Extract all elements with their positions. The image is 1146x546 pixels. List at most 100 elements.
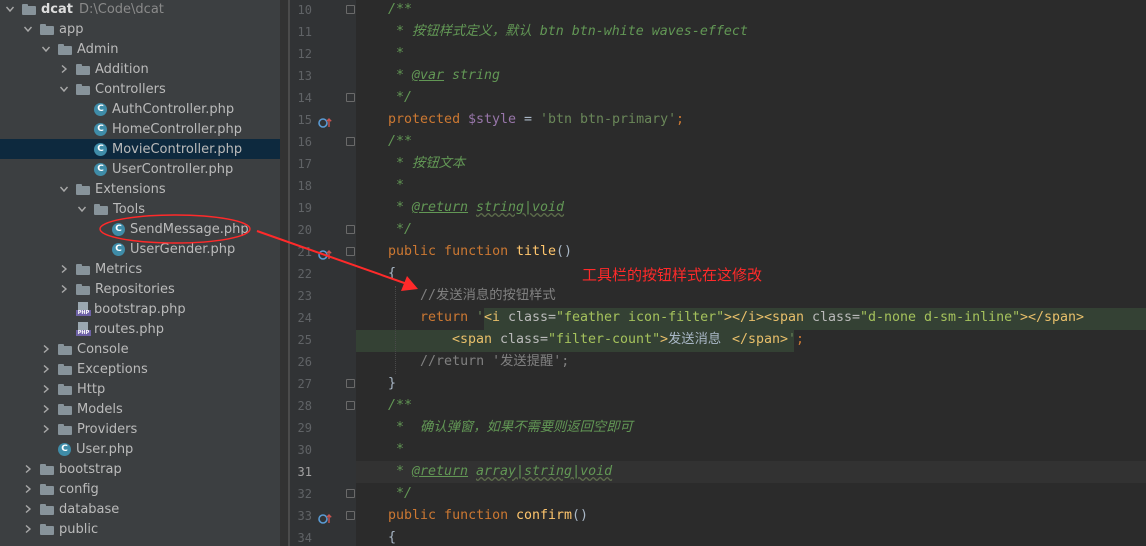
fold-toggle-icon[interactable] — [346, 225, 355, 234]
tree-item[interactable]: C UserGender.php — [0, 239, 280, 259]
gutter-row[interactable]: 34 — [290, 527, 356, 546]
fold-toggle-icon[interactable] — [346, 401, 355, 410]
code-line[interactable]: * — [356, 439, 1146, 461]
editor-gutter[interactable]: 10 11 12 13 14 15 16 17 18 19 20 21 22 23 24 25 26 27 28 29… — [290, 0, 356, 546]
gutter-row[interactable]: 27 — [290, 373, 356, 395]
fold-toggle-icon[interactable] — [346, 489, 355, 498]
gutter-row[interactable]: 30 — [290, 439, 356, 461]
code-line[interactable]: /** — [356, 131, 1146, 153]
tree-item[interactable]: Addition — [0, 59, 280, 79]
code-line[interactable]: public function confirm() — [356, 505, 1146, 527]
override-method-icon[interactable] — [318, 114, 332, 128]
chevron-down-icon[interactable] — [22, 23, 34, 35]
gutter-row[interactable]: 19 — [290, 197, 356, 219]
fold-toggle-icon[interactable] — [346, 247, 355, 256]
gutter-row[interactable]: 22 — [290, 263, 356, 285]
tree-item[interactable]: C SendMessage.php — [0, 219, 280, 239]
fold-toggle-icon[interactable] — [346, 93, 355, 102]
tree-item[interactable]: Providers — [0, 419, 280, 439]
chevron-right-icon[interactable] — [40, 403, 52, 415]
tree-item[interactable]: C HomeController.php — [0, 119, 280, 139]
chevron-right-icon[interactable] — [22, 503, 34, 515]
chevron-right-icon[interactable] — [58, 283, 70, 295]
tree-item[interactable]: Models — [0, 399, 280, 419]
tree-item[interactable]: config — [0, 479, 280, 499]
tree-item[interactable]: public — [0, 519, 280, 539]
chevron-right-icon[interactable] — [22, 463, 34, 475]
code-line[interactable]: */ — [356, 219, 1146, 241]
gutter-row[interactable]: 33 — [290, 505, 356, 527]
tree-item[interactable]: C UserController.php — [0, 159, 280, 179]
tree-item[interactable]: C User.php — [0, 439, 280, 459]
tree-item[interactable]: C MovieController.php — [0, 139, 280, 159]
gutter-row[interactable]: 10 — [290, 0, 356, 21]
chevron-down-icon[interactable] — [76, 203, 88, 215]
code-line[interactable]: //发送消息的按钮样式 — [356, 285, 1146, 307]
gutter-row[interactable]: 18 — [290, 175, 356, 197]
gutter-row[interactable]: 28 — [290, 395, 356, 417]
code-line[interactable]: protected $style = 'btn btn-primary'; — [356, 109, 1146, 131]
gutter-row[interactable]: 20 — [290, 219, 356, 241]
fold-toggle-icon[interactable] — [346, 137, 355, 146]
override-method-icon[interactable] — [318, 510, 332, 524]
gutter-row[interactable]: 32 — [290, 483, 356, 505]
code-line[interactable]: */ — [356, 483, 1146, 505]
tree-item[interactable]: Exceptions — [0, 359, 280, 379]
gutter-row[interactable]: 12 — [290, 43, 356, 65]
gutter-row[interactable]: 15 — [290, 109, 356, 131]
chevron-right-icon[interactable] — [40, 383, 52, 395]
tree-item[interactable]: Controllers — [0, 79, 280, 99]
tree-item[interactable]: PHP routes.php — [0, 319, 280, 339]
tree-item[interactable]: bootstrap — [0, 459, 280, 479]
gutter-row[interactable]: 24 — [290, 307, 356, 329]
tree-item[interactable]: Admin — [0, 39, 280, 59]
gutter-row[interactable]: 25 — [290, 329, 356, 351]
chevron-down-icon[interactable] — [58, 83, 70, 95]
gutter-row[interactable]: 13 — [290, 65, 356, 87]
code-line[interactable]: /** — [356, 395, 1146, 417]
code-line[interactable]: <span class= "filter-count" > 发送消息 </span> '; — [356, 329, 1146, 351]
code-line[interactable]: /** — [356, 0, 1146, 21]
code-line[interactable]: * 按钮样式定义，默认 btn btn-white waves-effect — [356, 21, 1146, 43]
chevron-right-icon[interactable] — [40, 423, 52, 435]
tree-item[interactable]: Http — [0, 379, 280, 399]
tree-item[interactable]: PHP bootstrap.php — [0, 299, 280, 319]
code-line[interactable]: * — [356, 43, 1146, 65]
override-method-icon[interactable] — [318, 246, 332, 260]
chevron-down-icon[interactable] — [58, 183, 70, 195]
gutter-row[interactable]: 17 — [290, 153, 356, 175]
chevron-down-icon[interactable] — [40, 43, 52, 55]
code-line[interactable]: } — [356, 373, 1146, 395]
project-tree[interactable]: dcat D:\Code\dcat app Admin Addition Controll… — [0, 0, 280, 546]
code-line[interactable]: * — [356, 175, 1146, 197]
tree-item[interactable]: app — [0, 19, 280, 39]
code-line[interactable]: */ — [356, 87, 1146, 109]
code-line[interactable]: public function title() — [356, 241, 1146, 263]
code-line[interactable]: * @return string|void — [356, 197, 1146, 219]
gutter-row[interactable]: 29 — [290, 417, 356, 439]
code-line[interactable]: * 确认弹窗，如果不需要则返回空即可 — [356, 417, 1146, 439]
gutter-row[interactable]: 11 — [290, 21, 356, 43]
tree-item[interactable]: Metrics — [0, 259, 280, 279]
chevron-right-icon[interactable] — [58, 63, 70, 75]
tree-item[interactable]: dcat D:\Code\dcat — [0, 0, 280, 19]
fold-toggle-icon[interactable] — [346, 379, 355, 388]
chevron-down-icon[interactable] — [4, 3, 16, 15]
gutter-row[interactable]: 26 — [290, 351, 356, 373]
fold-toggle-icon[interactable] — [346, 511, 355, 520]
code-line[interactable]: * @return array|string|void — [356, 461, 1146, 483]
chevron-right-icon[interactable] — [40, 363, 52, 375]
tree-item[interactable]: C AuthController.php — [0, 99, 280, 119]
gutter-row[interactable]: 16 — [290, 131, 356, 153]
gutter-row[interactable]: 14 — [290, 87, 356, 109]
code-line[interactable]: //return '发送提醒'; — [356, 351, 1146, 373]
gutter-row[interactable]: 31 — [290, 461, 356, 483]
tree-item[interactable]: database — [0, 499, 280, 519]
chevron-right-icon[interactable] — [58, 263, 70, 275]
code-line[interactable]: return ' <i class= "feather icon-filter" ><… — [356, 307, 1146, 329]
chevron-right-icon[interactable] — [22, 483, 34, 495]
code-line[interactable]: { — [356, 527, 1146, 546]
code-line[interactable]: * 按钮文本 — [356, 153, 1146, 175]
chevron-right-icon[interactable] — [40, 343, 52, 355]
code-line[interactable]: * @var string — [356, 65, 1146, 87]
